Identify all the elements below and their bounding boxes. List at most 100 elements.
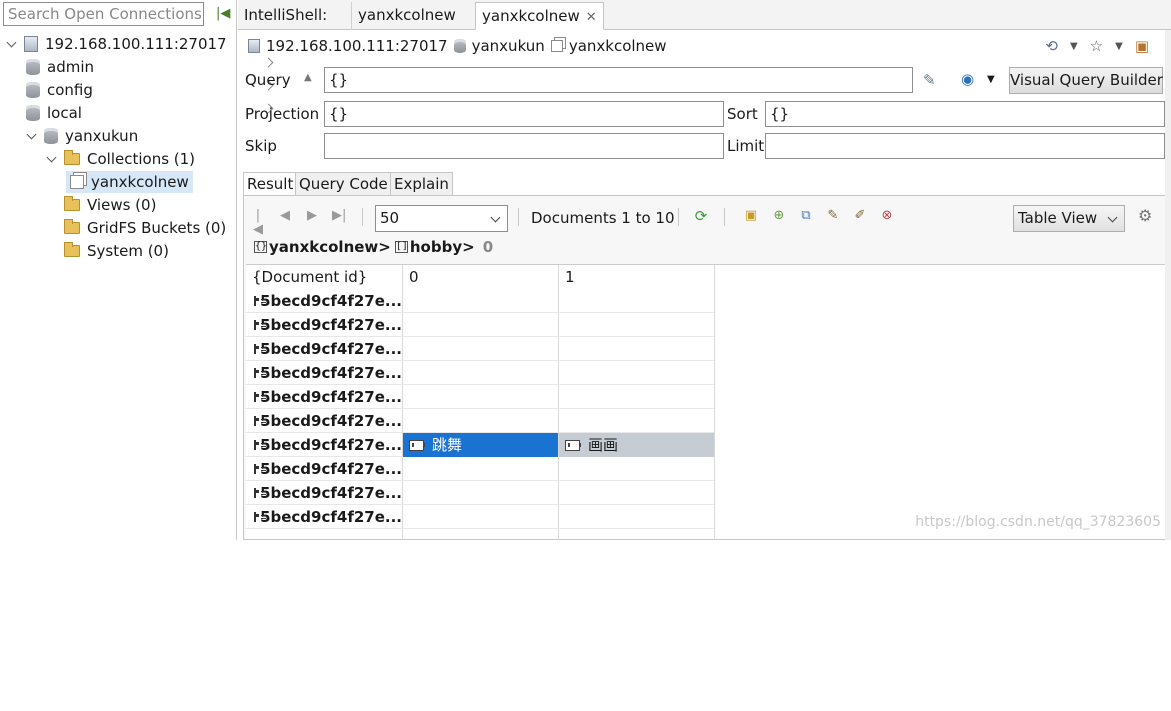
chevron-down-icon[interactable] <box>6 38 18 50</box>
refresh-icon[interactable]: ⟳ <box>694 209 708 224</box>
document-id-cell[interactable]: 5becd9cf4f27e... <box>246 289 402 313</box>
page-size-select[interactable]: 50 <box>375 205 508 232</box>
edit-query-icon[interactable]: ✎ <box>923 71 936 89</box>
document-id-cell[interactable]: 5becd9cf4f27e... <box>246 385 402 409</box>
value-cell[interactable] <box>559 409 714 433</box>
close-icon[interactable]: ✕ <box>586 10 597 25</box>
tab-yanxkcolnew-1[interactable]: yanxkcolnew <box>351 2 462 30</box>
prev-page-icon[interactable]: ◀ <box>278 209 292 223</box>
value-cell[interactable] <box>559 337 714 361</box>
value-cell[interactable] <box>403 409 558 433</box>
visual-query-builder-button[interactable]: Visual Query Builder <box>1009 67 1163 94</box>
table-row[interactable]: 5becd9cf4f27e... <box>246 505 714 529</box>
document-id-cell[interactable]: 5becd9cf4f27e... <box>246 433 402 457</box>
dropdown-arrow-icon[interactable]: ▼ <box>1115 41 1123 52</box>
breadcrumb-collection[interactable]: yanxkcolnew <box>569 35 667 57</box>
tab-explain[interactable]: Explain <box>390 172 453 196</box>
tree-collections[interactable]: Collections (1) <box>46 148 195 170</box>
history-icon[interactable]: ⟲ <box>1045 37 1058 55</box>
edit-fields-icon[interactable]: ✐ <box>853 209 867 223</box>
table-row[interactable]: 5becd9cf4f27e... <box>246 481 714 505</box>
column-header[interactable]: 0 <box>403 265 559 289</box>
tab-result[interactable]: Result <box>243 172 298 196</box>
search-connections-input[interactable]: Search Open Connections <box>3 2 204 26</box>
table-row[interactable]: 5becd9cf4f27e... <box>246 409 714 433</box>
dropdown-arrow-icon[interactable]: ▼ <box>1070 41 1078 52</box>
view-mode-select[interactable]: Table View <box>1013 205 1125 232</box>
tab-intellishell[interactable]: IntelliShell: <box>238 2 333 30</box>
document-id-cell[interactable]: 5becd9cf4f27e... <box>246 361 402 385</box>
value-cell[interactable] <box>403 313 558 337</box>
document-id-cell[interactable]: 5becd9cf4f27e... <box>246 457 402 481</box>
last-page-icon[interactable]: ▶| <box>332 209 346 223</box>
value-cell[interactable] <box>559 505 714 529</box>
path-field[interactable]: hobby <box>410 236 462 258</box>
path-collection[interactable]: yanxkcolnew <box>269 236 378 258</box>
table-row[interactable]: 5becd9cf4f27e... <box>246 385 714 409</box>
back-arrow-icon[interactable]: |◀ <box>216 6 230 21</box>
collapse-icon[interactable]: ▲ <box>304 72 312 83</box>
value-cell[interactable] <box>559 361 714 385</box>
run-icon[interactable]: ◉ <box>961 70 974 88</box>
value-cell[interactable]: 画画 <box>559 433 714 457</box>
next-page-icon[interactable]: ▶ <box>305 209 319 223</box>
lock-icon[interactable]: ▣ <box>744 209 758 223</box>
document-id-cell[interactable]: 5becd9cf4f27e... <box>246 313 402 337</box>
value-cell[interactable] <box>559 457 714 481</box>
value-cell[interactable] <box>559 313 714 337</box>
document-id-cell[interactable]: 5becd9cf4f27e... <box>246 409 402 433</box>
value-cell[interactable]: 跳舞 <box>403 433 558 457</box>
export-icon[interactable]: ▣ <box>1135 37 1149 55</box>
breadcrumb-server[interactable]: 192.168.100.111:27017 <box>266 35 448 57</box>
value-cell[interactable] <box>559 385 714 409</box>
column-header[interactable]: {Document id} <box>246 265 403 289</box>
tree-collection-yanxkcolnew[interactable]: yanxkcolnew <box>66 171 193 193</box>
tree-views[interactable]: Views (0) <box>46 194 156 216</box>
value-cell[interactable] <box>403 289 558 313</box>
tree-system[interactable]: System (0) <box>46 240 169 262</box>
value-cell[interactable] <box>403 481 558 505</box>
table-row[interactable]: 5becd9cf4f27e... <box>246 361 714 385</box>
value-cell[interactable] <box>559 289 714 313</box>
tree-server[interactable]: 192.168.100.111:27017 <box>6 33 227 55</box>
tree-db-local[interactable]: local <box>26 102 82 124</box>
first-page-icon[interactable]: |◀ <box>251 209 265 237</box>
clone-document-icon[interactable]: ⧉ <box>799 209 813 223</box>
document-id-cell[interactable]: 5becd9cf4f27e... <box>246 505 402 529</box>
add-document-icon[interactable]: ⊕ <box>772 209 786 223</box>
delete-document-icon[interactable]: ⊗ <box>880 209 894 223</box>
table-row[interactable]: 5becd9cf4f27e... <box>246 289 714 313</box>
tree-gridfs[interactable]: GridFS Buckets (0) <box>46 217 226 239</box>
column-header[interactable]: 1 <box>559 265 715 289</box>
projection-input[interactable]: {} <box>324 101 724 127</box>
limit-input[interactable] <box>765 133 1165 159</box>
document-id-cell[interactable]: 5becd9cf4f27e... <box>246 481 402 505</box>
tree-db-admin[interactable]: admin <box>26 56 94 78</box>
table-row[interactable]: 5becd9cf4f27e... <box>246 337 714 361</box>
value-cell[interactable] <box>403 361 558 385</box>
chevron-down-icon[interactable] <box>26 130 38 142</box>
dropdown-arrow-icon[interactable]: ▼ <box>987 74 995 85</box>
value-cell[interactable] <box>403 457 558 481</box>
star-icon[interactable]: ☆ <box>1090 37 1103 55</box>
value-cell[interactable] <box>559 481 714 505</box>
tree-db-yanxukun[interactable]: yanxukun <box>26 125 138 147</box>
scrollbar[interactable] <box>1165 30 1171 540</box>
value-cell[interactable] <box>403 505 558 529</box>
tab-yanxkcolnew-active[interactable]: yanxkcolnew ✕ <box>475 2 604 30</box>
value-cell[interactable] <box>403 337 558 361</box>
table-row[interactable]: 5becd9cf4f27e... 跳舞 画画 <box>246 433 714 457</box>
document-id-cell[interactable]: 5becd9cf4f27e... <box>246 337 402 361</box>
gear-icon[interactable]: ⚙ <box>1138 208 1152 224</box>
selected-collection[interactable]: yanxkcolnew <box>66 171 193 193</box>
breadcrumb-database[interactable]: yanxukun <box>472 35 545 57</box>
table-row[interactable]: 5becd9cf4f27e... <box>246 457 714 481</box>
sort-input[interactable]: {} <box>765 101 1165 127</box>
value-cell[interactable] <box>403 385 558 409</box>
table-row[interactable]: 5becd9cf4f27e... <box>246 313 714 337</box>
tab-query-code[interactable]: Query Code <box>295 172 392 196</box>
query-input[interactable]: {} <box>324 67 913 93</box>
chevron-down-icon[interactable] <box>46 153 58 165</box>
tree-db-config[interactable]: config <box>26 79 93 101</box>
skip-input[interactable] <box>324 133 724 159</box>
